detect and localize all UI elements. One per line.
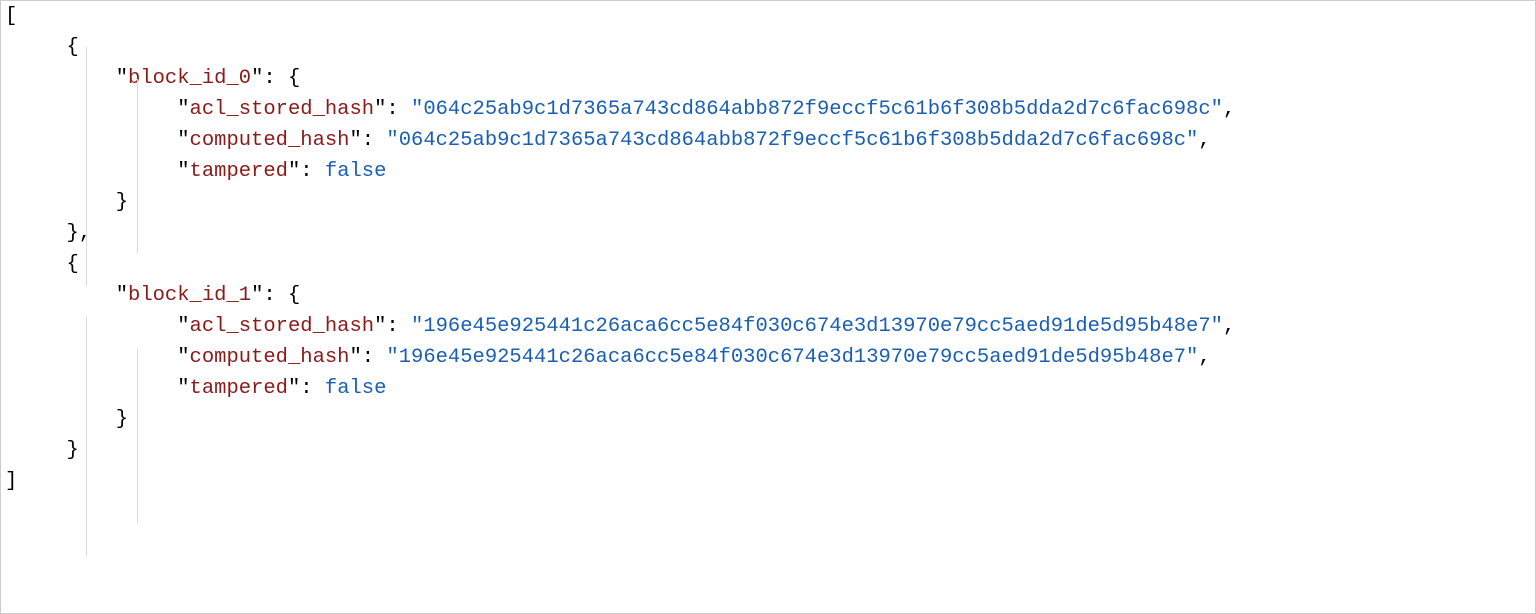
json-keyword: false [325,377,387,400]
comma: , [79,222,91,245]
json-string: "064c25ab9c1d7365a743cd864abb872f9eccf5c… [411,98,1223,121]
comma: , [1223,98,1235,121]
quote: " [177,160,189,183]
quote: " [288,160,300,183]
json-text[interactable]: [ { "block_id_0": { "acl_stored_hash": "… [1,1,1535,497]
quote: " [177,129,189,152]
colon: : [386,98,411,121]
indent-guide [137,79,138,253]
indent-guide [86,47,87,286]
brace-open: { [288,284,300,307]
json-string: "064c25ab9c1d7365a743cd864abb872f9eccf5c… [386,129,1198,152]
colon: : [300,160,325,183]
brace-close: } [67,439,79,462]
brace-open: { [67,36,79,59]
json-output-panel: [ { "block_id_0": { "acl_stored_hash": "… [0,0,1536,614]
comma: , [1223,315,1235,338]
quote: " [116,67,128,90]
brace-open: { [288,67,300,90]
json-key: tampered [190,377,288,400]
indent-guide [137,349,138,523]
quote: " [177,98,189,121]
quote: " [116,284,128,307]
brace-close: } [67,222,79,245]
json-key: tampered [190,160,288,183]
indent-guide [86,317,87,556]
quote: " [288,377,300,400]
quote: " [349,346,361,369]
colon: : [386,315,411,338]
comma: , [1198,129,1210,152]
bracket-open: [ [5,5,17,28]
brace-close: } [116,408,128,431]
json-string: "196e45e925441c26aca6cc5e84f030c674e3d13… [386,346,1198,369]
json-key: computed_hash [190,129,350,152]
colon: : [362,346,387,369]
comma: , [1198,346,1210,369]
json-string: "196e45e925441c26aca6cc5e84f030c674e3d13… [411,315,1223,338]
quote: " [177,377,189,400]
json-key: acl_stored_hash [190,98,375,121]
colon: : [362,129,387,152]
bracket-close: ] [5,470,17,493]
quote: " [251,67,263,90]
quote: " [349,129,361,152]
quote: " [177,315,189,338]
json-key: computed_hash [190,346,350,369]
brace-close: } [116,191,128,214]
colon: : [263,284,288,307]
brace-open: { [67,253,79,276]
json-key: block_id_0 [128,67,251,90]
json-keyword: false [325,160,387,183]
quote: " [374,315,386,338]
colon: : [300,377,325,400]
json-key: acl_stored_hash [190,315,375,338]
quote: " [251,284,263,307]
quote: " [177,346,189,369]
colon: : [263,67,288,90]
quote: " [374,98,386,121]
json-key: block_id_1 [128,284,251,307]
